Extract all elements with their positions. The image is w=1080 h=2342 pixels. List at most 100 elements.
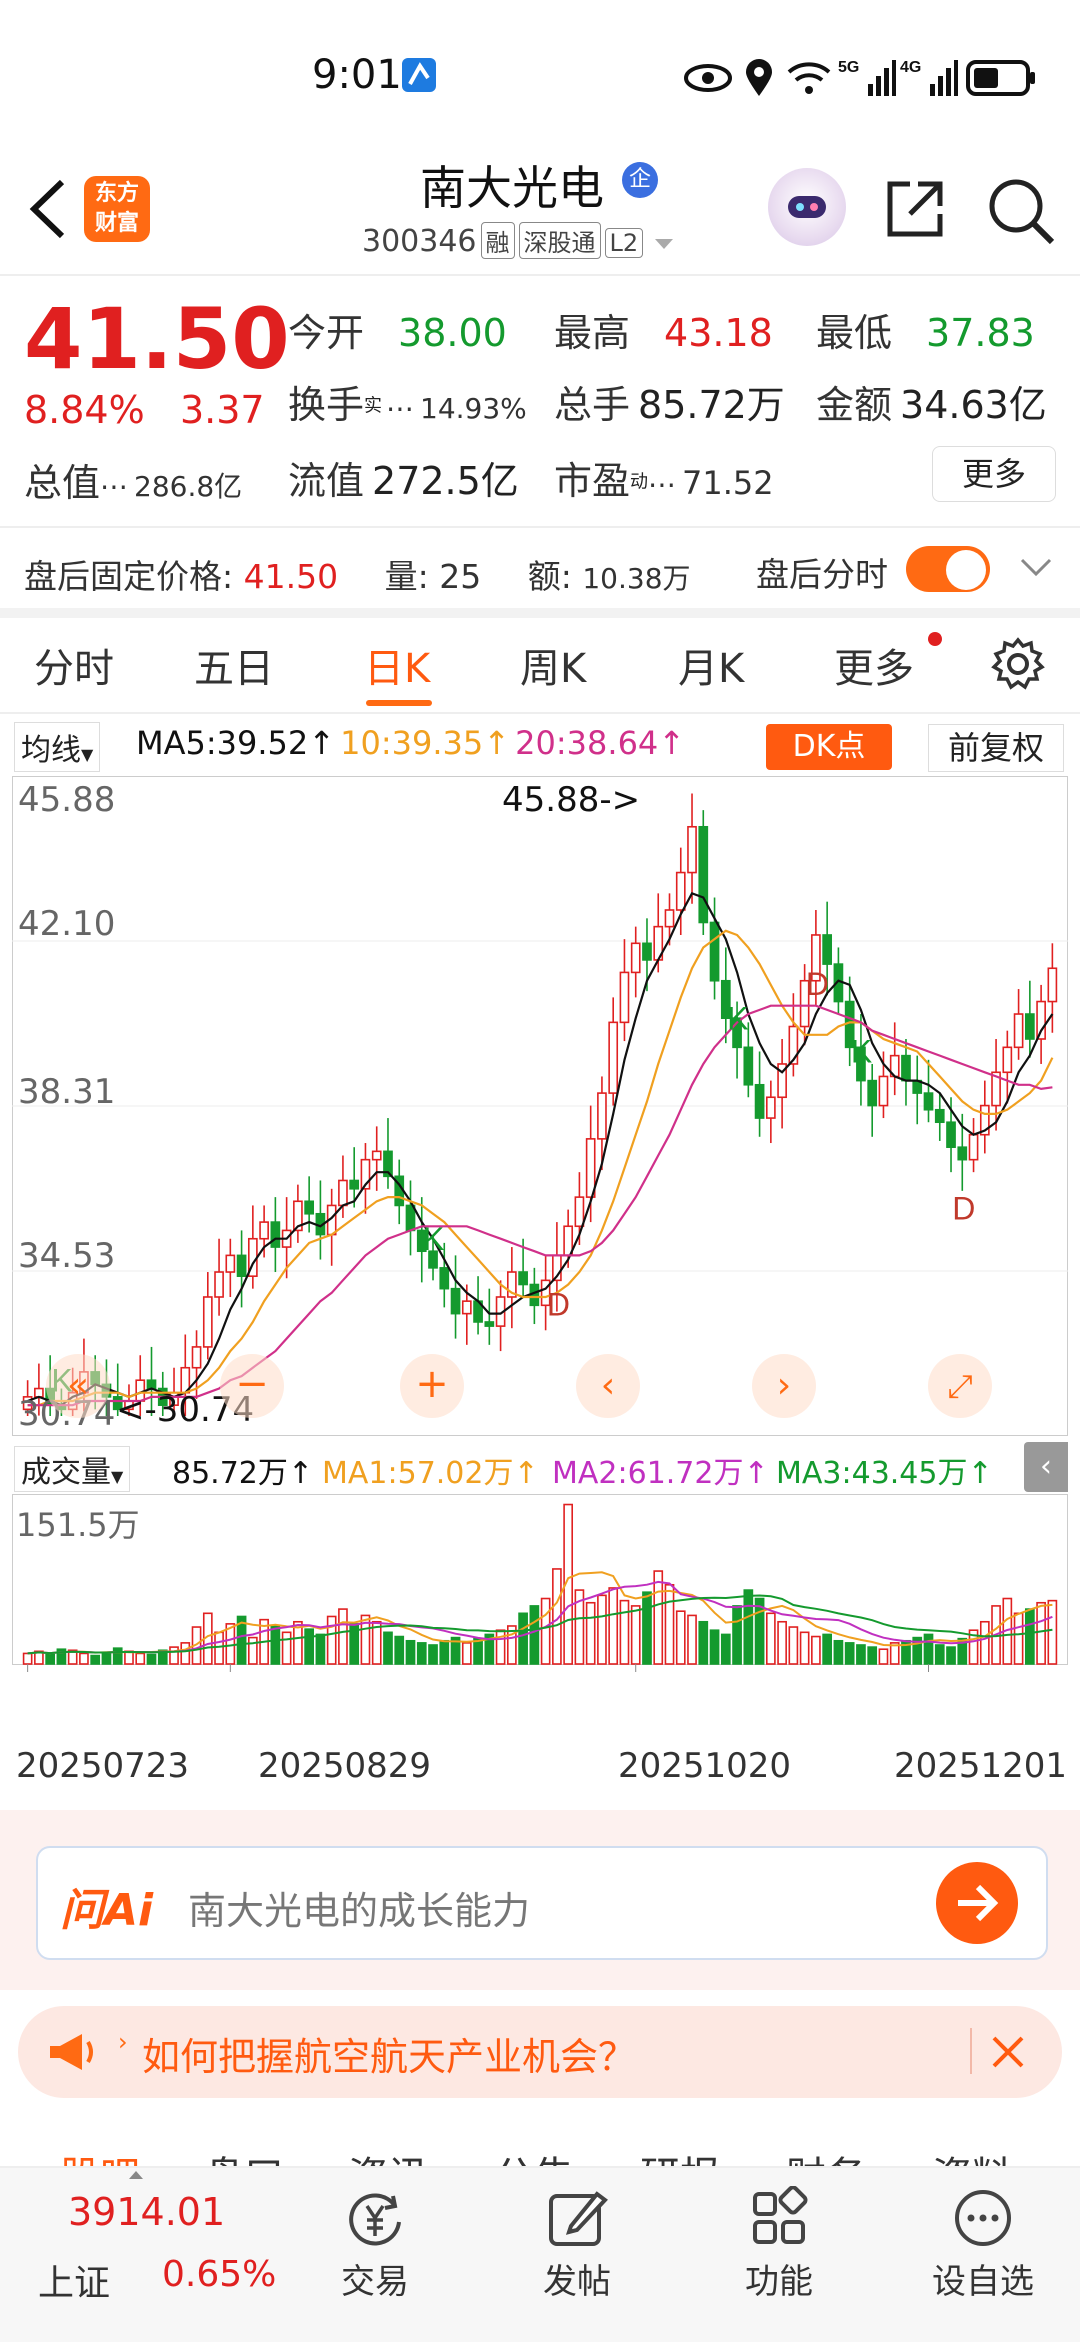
volume-current: 85.72万↑ (172, 1456, 314, 1491)
dk-point-button[interactable]: DK点 (766, 724, 892, 770)
nav-trade[interactable]: 交易 (310, 2168, 440, 2342)
signal-label-k: K (423, 1221, 444, 1257)
volume-frame (12, 1494, 1068, 1665)
volume-bar (540, 1597, 551, 1665)
tab-forum[interactable]: 股吧 (60, 2144, 140, 2166)
ma-line-ma10 (27, 929, 1054, 1407)
ma-selector[interactable]: 均线▼ (14, 722, 101, 772)
info-circle-icon[interactable]: ⋯ (100, 470, 128, 503)
candle-body (202, 1296, 213, 1348)
candle-body (304, 1200, 315, 1215)
chevron-left-icon[interactable]: ‹ (576, 1354, 640, 1418)
index-name: 上证 (38, 2263, 111, 2304)
plus-icon[interactable]: + (400, 1354, 464, 1418)
gear-icon[interactable] (990, 636, 1046, 692)
ai-submit-button[interactable] (936, 1862, 1018, 1944)
minus-icon[interactable]: − (220, 1354, 284, 1418)
more-quote-button[interactable]: 更多 (932, 446, 1056, 502)
chevron-down-icon[interactable] (1018, 556, 1054, 580)
tab-news[interactable]: 资讯 (348, 2144, 428, 2166)
stock-code-row[interactable]: 300346 融深股通 L2 (362, 222, 675, 259)
tab-five-day[interactable]: 五日 (194, 636, 274, 694)
volume-bar (833, 1639, 844, 1665)
back-arrow-icon[interactable] (24, 176, 72, 242)
expand-icon[interactable]: ⤢ (928, 1354, 992, 1418)
volume-chart[interactable] (12, 1494, 1068, 1724)
tab-financials[interactable]: 财务 (786, 2144, 866, 2166)
info-circle-icon[interactable]: ⋯ (386, 392, 414, 425)
candle-body (698, 825, 709, 924)
tab-profile[interactable]: 资料 (932, 2144, 1012, 2166)
candle-body (709, 921, 720, 982)
promo-banner[interactable]: › 如何把握航空航天产业机会？ (18, 2006, 1062, 2098)
ai-assistant-avatar[interactable] (768, 168, 846, 246)
float-label: 流值 (288, 459, 365, 503)
close-icon[interactable] (988, 2032, 1028, 2072)
amount-label: 金额 (816, 383, 893, 427)
price-axis-label: 42.10 (18, 904, 116, 944)
volume-bar (743, 1589, 754, 1665)
caret-up-icon (129, 2171, 143, 2179)
divider (0, 274, 1080, 276)
eastmoney-logo: 东方 财富 (84, 176, 150, 242)
volume-bar (788, 1626, 799, 1665)
ah-amt-label: 额: (527, 557, 572, 596)
volume-bar (664, 1583, 675, 1665)
signal-label-d: D (547, 1286, 570, 1322)
ma-line-ma5 (27, 892, 1054, 1407)
volume-bar (856, 1644, 866, 1665)
search-icon[interactable] (986, 176, 1056, 246)
ai-search-input[interactable]: 问Ai 南大光电的成长能力 (36, 1846, 1048, 1960)
tab-orderbook[interactable]: 盘口 (204, 2144, 284, 2166)
eye-icon (684, 64, 732, 92)
nav-functions[interactable]: 功能 (714, 2168, 844, 2342)
chevron-right-icon[interactable]: › (752, 1354, 816, 1418)
5g-signal-icon: 5G (838, 59, 896, 96)
tab-monthly-k[interactable]: 月K (678, 636, 744, 694)
nav-add-watchlist[interactable]: 设自选 (908, 2168, 1058, 2342)
tab-weekly-k[interactable]: 周K (520, 636, 586, 694)
tab-more[interactable]: 更多 (834, 636, 914, 694)
ah-amt: 10.38万 (582, 562, 691, 595)
share-icon[interactable] (882, 176, 948, 242)
volume-selector[interactable]: 成交量▼ (14, 1446, 131, 1492)
ai-search-placeholder: 南大光电的成长能力 (188, 1889, 531, 1933)
tab-announcements[interactable]: 公告 (494, 2144, 574, 2166)
max-price-annotation: 45.88-> (502, 780, 641, 820)
index-widget[interactable]: 3914.01 上证 0.65% (0, 2168, 276, 2342)
change-percent: 8.84% (24, 388, 145, 432)
low-value: 37.83 (926, 311, 1035, 355)
tab-intraday[interactable]: 分时 (34, 636, 114, 694)
tab-research[interactable]: 研报 (640, 2144, 720, 2166)
collapse-panel-icon[interactable]: ‹ (1024, 1442, 1068, 1492)
volume-ma3: MA3:43.45万↑ (776, 1456, 993, 1491)
volume-bar (1024, 1608, 1035, 1665)
price-axis-label: 38.31 (18, 1072, 116, 1112)
volume-bar (765, 1612, 776, 1665)
forward-adjust-button[interactable]: 前复权 (928, 724, 1064, 772)
candle-body (439, 1267, 450, 1290)
divider (0, 526, 1080, 528)
candle-body (214, 1271, 224, 1298)
megaphone-icon (50, 2034, 93, 2070)
chevron-left-double-icon[interactable]: « (46, 1354, 110, 1418)
volume-bar (811, 1635, 821, 1665)
turnover-label: 换手 (288, 383, 365, 427)
volume-bar (946, 1646, 956, 1665)
info-circle-icon[interactable]: ⋯ (648, 468, 676, 501)
candle-body (461, 1300, 472, 1315)
volume-bar (461, 1642, 472, 1665)
volume-bar (934, 1644, 945, 1665)
tab-daily-k[interactable]: 日K (364, 636, 430, 694)
volume-selector-label: 成交量 (21, 1455, 111, 1490)
candle-body (687, 825, 697, 874)
nav-post[interactable]: 发帖 (512, 2168, 642, 2342)
kline-chart[interactable]: KKDKDKD (12, 776, 1068, 1436)
candle-body (901, 1054, 911, 1082)
volume-bar (867, 1646, 878, 1665)
signal-label-k: K (851, 1034, 872, 1070)
ai-brand-logo: 问Ai (60, 1885, 154, 1936)
volume-bar (135, 1652, 146, 1665)
volume-bar (619, 1599, 630, 1665)
volume-bar (979, 1620, 990, 1665)
